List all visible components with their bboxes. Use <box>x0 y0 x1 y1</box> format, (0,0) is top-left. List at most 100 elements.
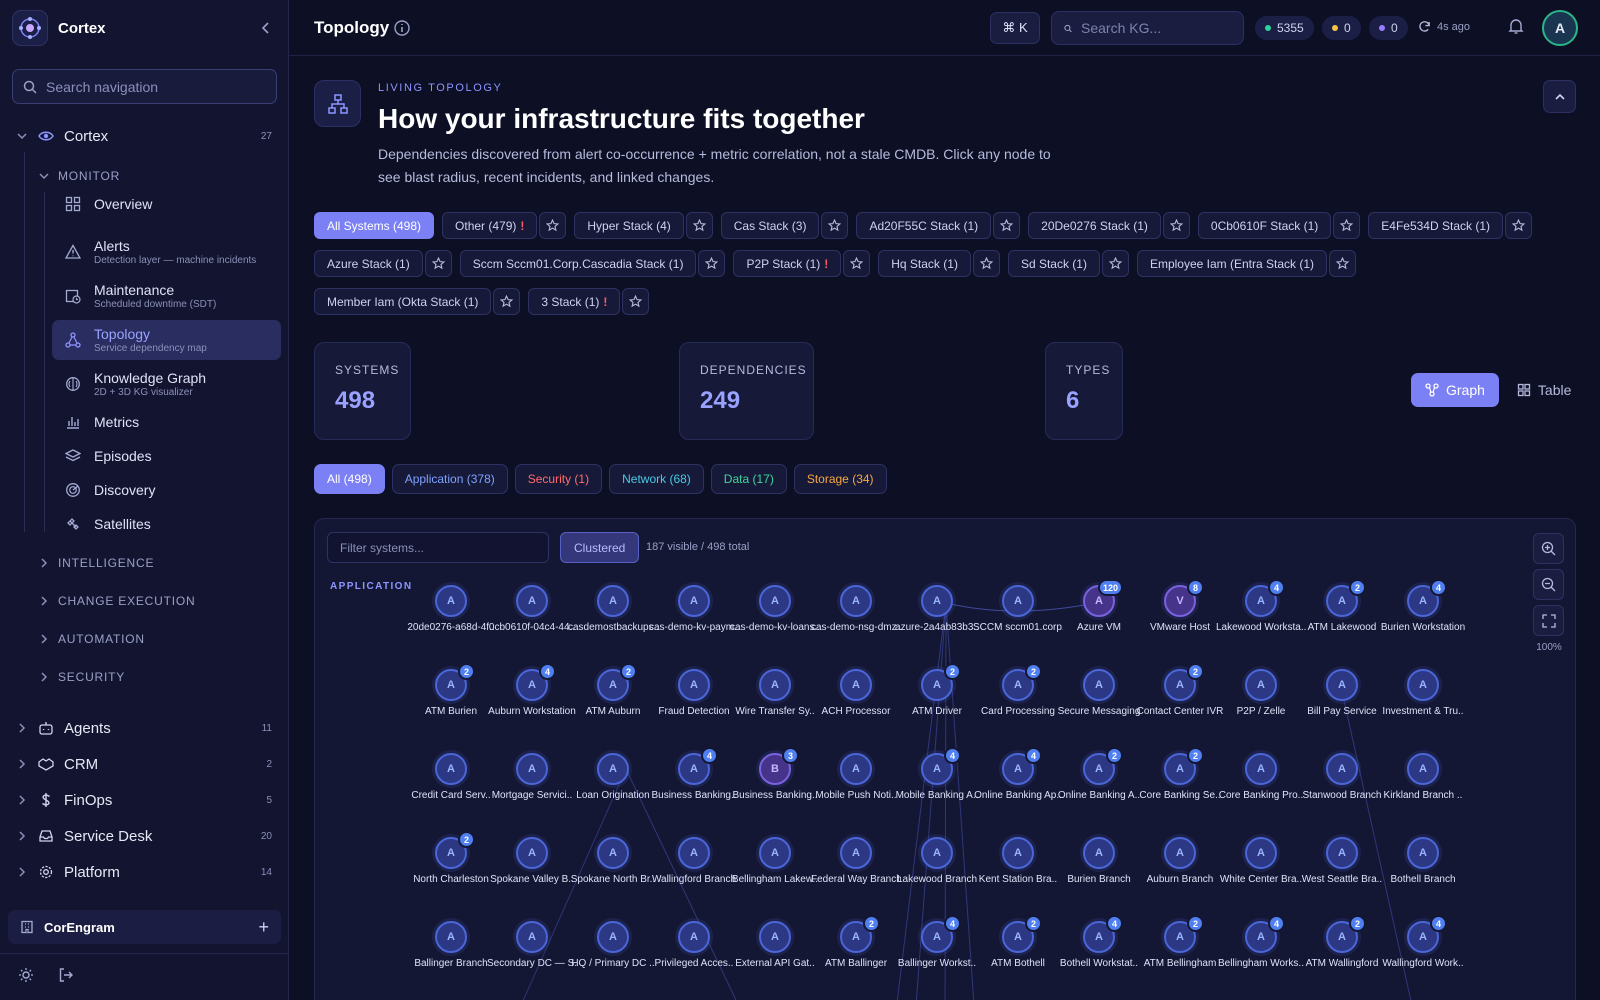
type-chip[interactable]: Network (68) <box>609 464 704 494</box>
graph-node[interactable]: A 4 Business Banking.. <box>649 747 739 801</box>
zoom-in-icon[interactable] <box>1533 533 1564 564</box>
star-icon[interactable] <box>1101 250 1129 277</box>
nav-item-discovery[interactable]: Discovery <box>52 474 281 506</box>
graph-node[interactable]: A 2 ATM Ballinger <box>811 915 901 969</box>
nav-item-metrics[interactable]: Metrics <box>52 406 281 438</box>
stack-chip[interactable]: All Systems (498) <box>314 212 435 239</box>
graph-node[interactable]: A 2 ATM Bothell <box>973 915 1063 969</box>
stack-chip[interactable]: Hq Stack (1) <box>878 250 971 277</box>
stack-chip[interactable]: Azure Stack (1) <box>314 250 423 277</box>
graph-node[interactable]: A Spokane North Br.. <box>568 837 658 885</box>
table-view-button[interactable]: Table <box>1503 373 1585 407</box>
graph-node[interactable]: A 4 Auburn Workstation <box>487 663 577 717</box>
star-icon[interactable] <box>539 212 567 239</box>
section-automation[interactable]: AUTOMATION <box>0 629 289 649</box>
theme-sun-icon[interactable] <box>17 966 35 984</box>
graph-node[interactable]: A Wire Transfer Sy.. <box>730 669 820 717</box>
graph-node[interactable]: A 2 ATM Burien <box>406 663 496 717</box>
graph-node[interactable]: Acas-demo-kv-loans.. <box>730 585 820 633</box>
section-monitor[interactable]: MONITOR <box>0 166 289 186</box>
nav-search[interactable] <box>12 69 277 104</box>
graph-node[interactable]: A Core Banking Pro.. <box>1216 753 1306 801</box>
graph-node[interactable]: A 2 Contact Center IVR <box>1135 663 1225 717</box>
section-security[interactable]: SECURITY <box>0 667 289 687</box>
graph-node[interactable]: A Loan Origination <box>568 753 658 801</box>
graph-node[interactable]: A 2 Online Banking A.. <box>1054 747 1144 801</box>
graph-node[interactable]: A Stanwood Branch <box>1297 753 1387 801</box>
graph-node[interactable]: A Privileged Acces.. <box>649 921 739 969</box>
fullscreen-icon[interactable] <box>1533 605 1564 636</box>
graph-node[interactable]: A 4 Mobile Banking A.. <box>892 747 982 801</box>
star-icon[interactable] <box>685 212 713 239</box>
graph-node[interactable]: A Spokane Valley B.. <box>487 837 577 885</box>
graph-node[interactable]: A Secure Messaging <box>1054 669 1144 717</box>
nav-group-finops[interactable]: FinOps 5 <box>0 786 289 814</box>
graph-node[interactable]: A 120 Azure VM <box>1054 579 1144 633</box>
graph-node[interactable]: A SCCM sccm01.corp.. <box>973 585 1063 633</box>
stack-chip[interactable]: Other (479)! <box>442 212 538 239</box>
stack-chip[interactable]: E4Fe534D Stack (1) <box>1368 212 1503 239</box>
graph-node[interactable]: A ACH Processor <box>811 669 901 717</box>
type-chip[interactable]: All (498) <box>314 464 385 494</box>
stat-pill-warning[interactable]: 0 <box>1322 16 1361 40</box>
nav-group-service-desk[interactable]: Service Desk 20 <box>0 822 289 850</box>
graph-node[interactable]: A Auburn Branch <box>1135 837 1225 885</box>
nav-item-alerts[interactable]: Alerts Detection layer — machine incident… <box>52 232 281 272</box>
graph-node[interactable]: A Ballinger Branch <box>406 921 496 969</box>
graph-node[interactable]: A HQ / Primary DC .. <box>568 921 658 969</box>
graph-node[interactable]: A 2 ATM Bellingham <box>1135 915 1225 969</box>
graph-node[interactable]: A 4 Lakewood Worksta.. <box>1216 579 1306 633</box>
graph-node[interactable]: A External API Gat.. <box>730 921 820 969</box>
star-icon[interactable] <box>493 288 521 315</box>
collapse-hero-chevron-up-icon[interactable] <box>1543 80 1576 113</box>
star-icon[interactable] <box>622 288 650 315</box>
star-icon[interactable] <box>698 250 726 277</box>
graph-node[interactable]: Acas-demo-kv-paym.. <box>649 585 739 633</box>
nav-item-episodes[interactable]: Episodes <box>52 440 281 472</box>
graph-node[interactable]: V 8 VMware Host <box>1135 579 1225 633</box>
graph-node[interactable]: A 2 North Charleston <box>406 831 496 885</box>
stat-pill-info[interactable]: 0 <box>1369 16 1408 40</box>
stack-chip[interactable]: 0Cb0610F Stack (1) <box>1197 212 1332 239</box>
star-icon[interactable] <box>424 250 452 277</box>
stack-chip[interactable]: Member Iam (Okta Stack (1) <box>314 288 492 315</box>
graph-node[interactable]: Aazure-2a4ab83b3.. <box>892 585 982 633</box>
graph-node[interactable]: A 4 Ballinger Workst.. <box>892 915 982 969</box>
refresh-status[interactable]: 4s ago <box>1418 20 1470 33</box>
graph-node[interactable]: A 2 Core Banking Se.. <box>1135 747 1225 801</box>
star-icon[interactable] <box>843 250 871 277</box>
graph-node[interactable]: A 4 Burien Workstation <box>1378 579 1468 633</box>
filter-systems-input[interactable] <box>327 532 549 563</box>
graph-node[interactable]: A Bellingham Lakew.. <box>730 837 820 885</box>
collapse-sidebar-chevron-left-icon[interactable] <box>256 18 276 38</box>
nav-item-maintenance[interactable]: Maintenance Scheduled downtime (SDT) <box>52 276 281 316</box>
star-icon[interactable] <box>1162 212 1190 239</box>
stack-chip[interactable]: Employee Iam (Entra Stack (1) <box>1136 250 1328 277</box>
graph-node[interactable]: A 2 ATM Auburn <box>568 663 658 717</box>
graph-node[interactable]: A 2 ATM Lakewood <box>1297 579 1387 633</box>
graph-node[interactable]: A Burien Branch <box>1054 837 1144 885</box>
type-chip[interactable]: Storage (34) <box>793 464 887 494</box>
graph-node[interactable]: A P2P / Zelle <box>1216 669 1306 717</box>
graph-node[interactable]: A 20de0276-a68d-4f.. <box>406 585 496 633</box>
add-org-plus-icon[interactable]: + <box>258 917 269 938</box>
graph-node[interactable]: A West Seattle Bra.. <box>1297 837 1387 885</box>
star-icon[interactable] <box>1329 250 1357 277</box>
star-icon[interactable] <box>821 212 849 239</box>
stack-chip[interactable]: 20De0276 Stack (1) <box>1028 212 1161 239</box>
logout-icon[interactable] <box>57 966 75 984</box>
section-change-execution[interactable]: CHANGE EXECUTION <box>0 591 289 611</box>
nav-search-input[interactable] <box>46 78 266 95</box>
org-switcher[interactable]: CorEngram + <box>8 910 281 944</box>
graph-node[interactable]: Acas-demo-nsg-dmz.. <box>811 585 901 633</box>
graph-node[interactable]: A Wallingford Branch <box>649 837 739 885</box>
graph-node[interactable]: A 0cb0610f-04c4-44.. <box>487 585 577 633</box>
nav-group-platform[interactable]: Platform 14 <box>0 858 289 886</box>
graph-node[interactable]: B 3 Business Banking.. <box>730 747 820 801</box>
graph-node[interactable]: A Mortgage Servici.. <box>487 753 577 801</box>
star-icon[interactable] <box>972 250 1000 277</box>
nav-root-cortex[interactable]: Cortex 27 <box>0 122 289 150</box>
graph-node[interactable]: A 4 Wallingford Work.. <box>1378 915 1468 969</box>
graph-node[interactable]: A Mobile Push Noti.. <box>811 753 901 801</box>
star-icon[interactable] <box>993 212 1021 239</box>
